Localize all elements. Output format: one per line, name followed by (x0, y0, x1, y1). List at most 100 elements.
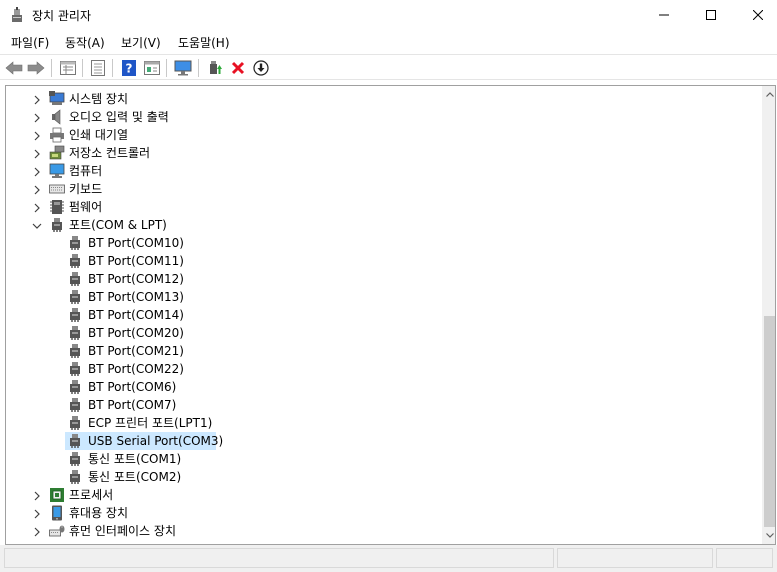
update-driver-button[interactable] (205, 58, 225, 78)
download-button[interactable] (251, 58, 271, 78)
port-icon (70, 290, 80, 304)
uninstall-icon (231, 61, 245, 75)
properties-view-icon (60, 61, 76, 75)
collapse-toggle[interactable] (32, 526, 42, 537)
close-button[interactable] (735, 0, 777, 30)
tree-device-row[interactable]: BT Port(COM6) (6, 378, 756, 396)
tree-device-label: ECP 프린터 포트(LPT1) (88, 416, 213, 430)
tree-category-row[interactable]: 인쇄 대기열 (6, 126, 756, 144)
hid-icon (49, 523, 65, 539)
storage-controller-icon (49, 145, 65, 160)
toolbar-separator (82, 59, 83, 77)
menu-file[interactable]: 파일(F) (11, 34, 49, 51)
port-icon (70, 470, 80, 484)
tree-category-row[interactable]: 오디오 입력 및 출력 (6, 108, 756, 126)
tree-category-row[interactable]: 시스템 장치 (6, 90, 756, 108)
collapse-toggle[interactable] (32, 166, 42, 177)
port-icon (70, 326, 80, 340)
tree-category-label: 키보드 (69, 182, 103, 196)
tree-device-row[interactable]: BT Port(COM22) (6, 360, 756, 378)
collapse-toggle[interactable] (32, 490, 42, 501)
port-icon (67, 379, 83, 395)
maximize-button[interactable] (688, 0, 734, 30)
monitor-icon (174, 60, 192, 76)
port-icon (67, 397, 83, 413)
tree-category-row[interactable]: 저장소 컨트롤러 (6, 144, 756, 162)
tree-category-row[interactable]: 컴퓨터 (6, 162, 756, 180)
port-icon (49, 217, 65, 233)
menu-bar: 파일(F) 동작(A) 보기(V) 도움말(H) (0, 30, 777, 54)
tree-device-row[interactable]: BT Port(COM20) (6, 324, 756, 342)
port-icon (67, 289, 83, 305)
tree-device-row[interactable]: BT Port(COM12) (6, 270, 756, 288)
tree-device-row[interactable]: BT Port(COM13) (6, 288, 756, 306)
collapse-toggle[interactable] (32, 184, 42, 195)
uninstall-button[interactable] (228, 58, 248, 78)
speaker-icon (52, 109, 61, 125)
collapse-toggle[interactable] (32, 130, 42, 141)
tree-device-row[interactable]: BT Port(COM21) (6, 342, 756, 360)
chevron-right-icon (34, 149, 40, 159)
collapse-toggle[interactable] (32, 148, 42, 159)
system-devices-icon (49, 91, 65, 107)
tree-category-label: 포트(COM & LPT) (69, 218, 167, 232)
collapse-toggle[interactable] (32, 94, 42, 105)
collapse-toggle[interactable] (32, 508, 42, 519)
tree-category-label: 오디오 입력 및 출력 (69, 110, 169, 124)
close-icon (753, 10, 763, 20)
tree-device-row[interactable]: BT Port(COM10) (6, 234, 756, 252)
forward-icon (27, 61, 45, 75)
portable-device-icon (52, 505, 62, 521)
scroll-down-button[interactable] (762, 527, 775, 544)
menu-view[interactable]: 보기(V) (121, 34, 161, 51)
vertical-scrollbar[interactable] (762, 86, 775, 544)
device-tree[interactable]: 시스템 장치오디오 입력 및 출력인쇄 대기열 저장소 컨트롤러컴퓨터키보드펌웨어… (5, 85, 776, 545)
properties-view-button[interactable] (58, 58, 78, 78)
show-hidden-button[interactable] (88, 58, 108, 78)
speaker-icon (49, 109, 65, 125)
collapse-toggle[interactable] (32, 112, 42, 123)
scrollbar-thumb[interactable] (764, 316, 775, 527)
back-button[interactable] (4, 58, 24, 78)
details-button[interactable] (142, 58, 162, 78)
collapse-toggle[interactable] (32, 202, 42, 213)
status-cell-tertiary (716, 548, 773, 568)
tree-device-row[interactable]: ECP 프린터 포트(LPT1) (6, 414, 756, 432)
expand-toggle[interactable] (32, 220, 42, 230)
tree-device-label: 통신 포트(COM1) (88, 452, 182, 466)
port-icon (67, 235, 83, 251)
tree-category-label: 컴퓨터 (69, 164, 103, 178)
tree-category-row[interactable]: 펌웨어 (6, 198, 756, 216)
keyboard-icon (49, 181, 65, 197)
system-devices-icon (49, 91, 65, 105)
menu-action[interactable]: 동작(A) (65, 34, 105, 51)
tree-category-row[interactable]: 포트(COM & LPT) (6, 216, 756, 234)
tree-category-row[interactable]: 프로세서 (6, 486, 756, 504)
tree-device-row[interactable]: BT Port(COM7) (6, 396, 756, 414)
menu-help[interactable]: 도움말(H) (178, 34, 230, 51)
tree-device-row[interactable]: BT Port(COM11) (6, 252, 756, 270)
tree-device-label: USB Serial Port(COM3) (88, 434, 224, 448)
maximize-icon (706, 10, 716, 20)
tree-device-row-selected[interactable]: USB Serial Port(COM3) (6, 432, 756, 450)
tree-category-row[interactable]: 키보드 (6, 180, 756, 198)
tree-device-row[interactable]: 통신 포트(COM1) (6, 450, 756, 468)
tree-category-label: 휴대용 장치 (69, 506, 129, 520)
chevron-up-icon (765, 92, 774, 97)
tree-device-label: BT Port(COM12) (88, 272, 184, 286)
toolbar-separator (51, 59, 52, 77)
chevron-right-icon (34, 527, 40, 537)
minimize-button[interactable] (641, 0, 687, 30)
scroll-up-button[interactable] (762, 86, 775, 103)
forward-button[interactable] (26, 58, 46, 78)
tree-category-row[interactable]: 휴먼 인터페이스 장치 (6, 522, 756, 540)
tree-device-row[interactable]: BT Port(COM14) (6, 306, 756, 324)
tree-category-row[interactable]: 휴대용 장치 (6, 504, 756, 522)
port-icon (67, 361, 83, 377)
tree-device-label: BT Port(COM11) (88, 254, 184, 268)
tree-device-row[interactable]: 통신 포트(COM2) (6, 468, 756, 486)
help-button[interactable]: ? (119, 58, 139, 78)
scan-hardware-button[interactable] (173, 58, 193, 78)
toolbar-separator (112, 59, 113, 77)
chevron-right-icon (34, 113, 40, 123)
